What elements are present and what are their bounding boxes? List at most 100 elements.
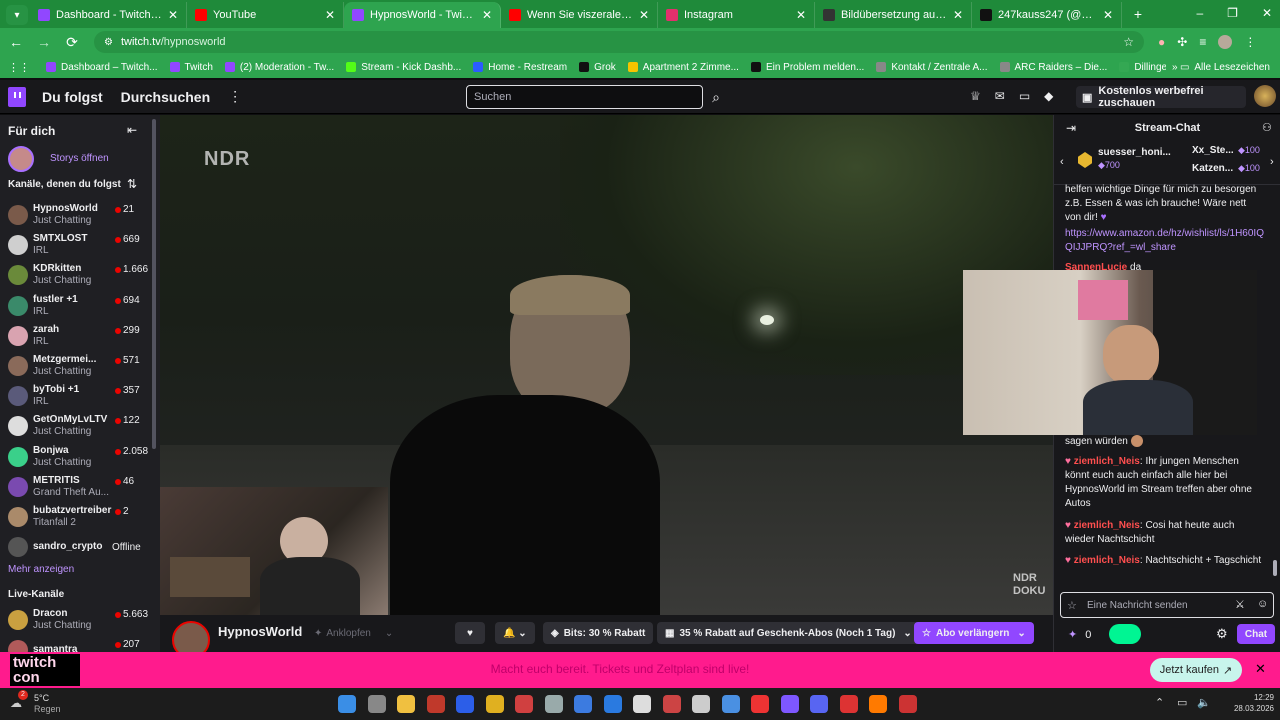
show-more-link[interactable]: Mehr anzeigen: [8, 564, 74, 575]
bookmarks-overflow-icon[interactable]: »: [1172, 62, 1178, 73]
close-window-icon[interactable]: ✕: [1262, 6, 1272, 20]
bookmark-item[interactable]: Grok: [579, 62, 616, 73]
sidebar-channel[interactable]: zarah IRL 299: [0, 321, 150, 351]
site-info-icon[interactable]: ⚙: [104, 37, 113, 48]
chat-input[interactable]: ☆ Eine Nachricht senden ⚔ ☺: [1060, 592, 1274, 618]
sidebar-channel[interactable]: HypnosWorld Just Chatting 21: [0, 200, 150, 230]
sidebar-channel[interactable]: SMTXLOST IRL 669: [0, 230, 150, 260]
taskbar-app-icon[interactable]: [810, 695, 828, 713]
clock[interactable]: 12:29 28.03.2026: [1222, 692, 1274, 714]
emoji-icon[interactable]: ☺: [1257, 598, 1268, 610]
taskbar-app-icon[interactable]: [751, 695, 769, 713]
taskbar-app-icon[interactable]: [456, 695, 474, 713]
tab-close-icon[interactable]: ✕: [168, 8, 178, 22]
stories-row[interactable]: Storys öffnen: [8, 146, 148, 172]
collapse-sidebar-icon[interactable]: ⇤: [127, 123, 137, 137]
knock-button[interactable]: ✦ Anklopfen ⌄: [308, 623, 400, 643]
chat-mod-icon[interactable]: ⚔: [1235, 598, 1245, 611]
gift-subs-button[interactable]: ▦ 35 % Rabatt auf Geschenk-Abos (Noch 1 …: [657, 622, 920, 644]
sidebar-scrollbar[interactable]: [152, 119, 156, 449]
nav-following[interactable]: Du folgst: [42, 89, 103, 105]
taskbar-app-icon[interactable]: [515, 695, 533, 713]
reload-icon[interactable]: ⟳: [60, 30, 84, 54]
taskbar-app-icon[interactable]: [662, 695, 681, 713]
start-menu-icon[interactable]: [338, 695, 356, 713]
tab-close-icon[interactable]: ✕: [639, 8, 649, 22]
promo-close-icon[interactable]: ✕: [1255, 661, 1266, 677]
tab-close-icon[interactable]: ✕: [325, 8, 335, 22]
bookmark-item[interactable]: Stream - Kick Dashb...: [346, 62, 461, 73]
follow-heart-button[interactable]: ♥: [455, 622, 485, 644]
extension-red-icon[interactable]: ●: [1158, 35, 1165, 49]
apps-grid-icon[interactable]: ⋮⋮: [8, 61, 30, 74]
tab-close-icon[interactable]: ✕: [1103, 8, 1113, 22]
adfree-button[interactable]: ▣ Kostenlos werbefrei zuschauen: [1076, 85, 1246, 109]
channel-name[interactable]: HypnosWorld: [218, 624, 302, 639]
sort-icon[interactable]: ⇅: [127, 177, 137, 191]
new-tab-button[interactable]: +: [1126, 2, 1150, 26]
bookmark-item[interactable]: ARC Raiders – Die...: [999, 62, 1107, 73]
notifications-button[interactable]: 🔔 ⌄: [495, 622, 535, 644]
promo-buy-button[interactable]: Jetzt kaufen ↗: [1150, 658, 1242, 682]
sidebar-channel[interactable]: fustler +1 IRL 694: [0, 291, 150, 321]
nav-more-icon[interactable]: ⋮: [228, 88, 242, 105]
profile-avatar-icon[interactable]: [1218, 35, 1233, 49]
tab-close-icon[interactable]: ✕: [796, 8, 806, 22]
chat-username[interactable]: ziemlich_Neis: [1074, 456, 1140, 467]
minimize-icon[interactable]: –: [1196, 6, 1203, 20]
taskbar-app-icon[interactable]: [574, 695, 592, 713]
browser-tab[interactable]: YouTube ✕: [187, 2, 344, 28]
prime-crown-icon[interactable]: ♕: [970, 89, 981, 103]
back-icon[interactable]: ←: [4, 30, 28, 54]
taskbar-app-icon[interactable]: [397, 695, 415, 713]
browser-tab[interactable]: Bildübersetzung aus Game ges ✕: [815, 2, 972, 28]
taskbar-app-icon[interactable]: [839, 695, 858, 713]
search-icon[interactable]: ⌕: [705, 85, 727, 109]
browser-tab[interactable]: HypnosWorld - Twitch ✕: [344, 2, 501, 28]
sidebar-channel[interactable]: bubatzvertreiber Titanfall 2 2: [0, 502, 150, 532]
user-avatar[interactable]: [1254, 85, 1276, 107]
bookmark-star-icon[interactable]: ☆: [1123, 35, 1134, 49]
taskbar-app-icon[interactable]: [603, 695, 622, 713]
browser-tab[interactable]: Wenn Sie viszerales Fett haben... ✕: [501, 2, 658, 28]
bookmark-item[interactable]: Kontakt / Zentrale A...: [876, 62, 988, 73]
taskbar-app-icon[interactable]: [367, 695, 386, 713]
taskbar-app-icon[interactable]: [869, 695, 887, 713]
chat-settings-icon[interactable]: ⚙: [1216, 626, 1228, 642]
url-field[interactable]: ⚙ twitch.tv/hypnosworld ☆: [94, 31, 1144, 53]
taskbar-app-icon[interactable]: [633, 695, 651, 713]
taskbar-app-icon[interactable]: [898, 695, 917, 713]
bookmark-item[interactable]: Ein Problem melden...: [750, 62, 864, 73]
chat-wishlist-link[interactable]: https://www.amazon.de/hz/wishlist/ls/1H6…: [1065, 227, 1265, 255]
sidebar-channel[interactable]: byTobi +1 IRL 357: [0, 381, 150, 411]
sidebar-channel[interactable]: Dracon Just Chatting 5.663: [0, 605, 150, 635]
tray-chevron-icon[interactable]: ⌃: [1155, 696, 1164, 709]
nav-browse[interactable]: Durchsuchen: [121, 89, 210, 105]
browser-tab[interactable]: Dashboard - TwitchTTS ✕: [30, 2, 187, 28]
all-bookmarks-folder[interactable]: ▭ Alle Lesezeichen: [1180, 62, 1270, 73]
whispers-icon[interactable]: ▭: [1019, 89, 1030, 103]
taskbar-app-icon[interactable]: [721, 695, 740, 713]
sidebar-channel[interactable]: Bonjwa Just Chatting 2.058: [0, 442, 150, 472]
resub-button[interactable]: ☆ Abo verlängern ⌄: [914, 622, 1034, 644]
taskbar-app-icon[interactable]: [426, 695, 445, 713]
search-input[interactable]: Suchen: [466, 85, 703, 109]
taskbar-app-icon[interactable]: [692, 695, 710, 713]
network-icon[interactable]: ▭: [1177, 696, 1187, 709]
bookmark-item[interactable]: Home - Restream: [473, 62, 567, 73]
maximize-icon[interactable]: ❐: [1227, 6, 1238, 20]
chat-username[interactable]: ziemlich_Neis: [1074, 520, 1140, 531]
chat-send-button[interactable]: Chat: [1237, 624, 1275, 644]
sidebar-channel[interactable]: samantra 207: [0, 635, 150, 652]
chat-username[interactable]: ziemlich_Neis: [1074, 555, 1140, 566]
bookmark-item[interactable]: (2) Moderation - Tw...: [224, 62, 334, 73]
sidebar-channel[interactable]: sandro_crypto Offline: [0, 532, 150, 562]
tab-list-button[interactable]: ▾: [6, 5, 28, 25]
bits-icon[interactable]: ◆: [1044, 89, 1053, 103]
tab-close-icon[interactable]: ✕: [953, 8, 963, 22]
taskbar-app-icon[interactable]: [780, 695, 799, 713]
chat-star-icon[interactable]: ☆: [1067, 599, 1077, 612]
inbox-icon[interactable]: ✉: [995, 89, 1005, 103]
twitch-logo-icon[interactable]: [8, 86, 26, 107]
chat-scrollbar[interactable]: [1273, 560, 1277, 576]
